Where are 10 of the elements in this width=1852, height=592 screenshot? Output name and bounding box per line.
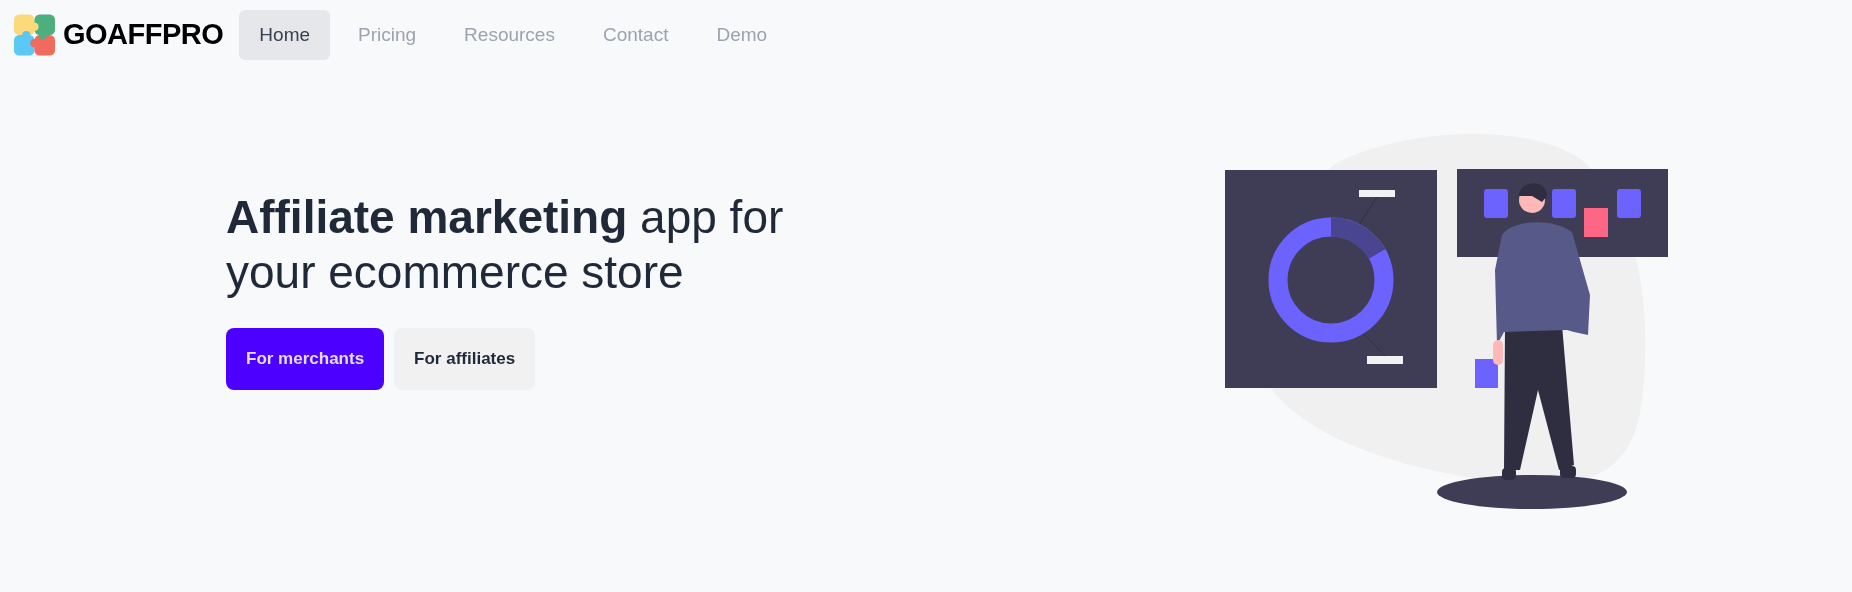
- brand-name: GOAFFPRO: [63, 17, 224, 53]
- affiliates-button[interactable]: For affiliates: [394, 328, 536, 390]
- nav-link[interactable]: Contact: [582, 9, 689, 61]
- merchants-button[interactable]: For merchants: [226, 328, 385, 390]
- nav-link[interactable]: Home: [239, 9, 331, 61]
- logo-icon: [14, 14, 55, 56]
- hero-headline: Affiliate marketing app for your ecommerce store: [226, 190, 785, 301]
- nav-link[interactable]: Demo: [696, 9, 788, 61]
- nav-link[interactable]: Pricing: [338, 9, 437, 61]
- nav-link[interactable]: Resources: [444, 9, 575, 61]
